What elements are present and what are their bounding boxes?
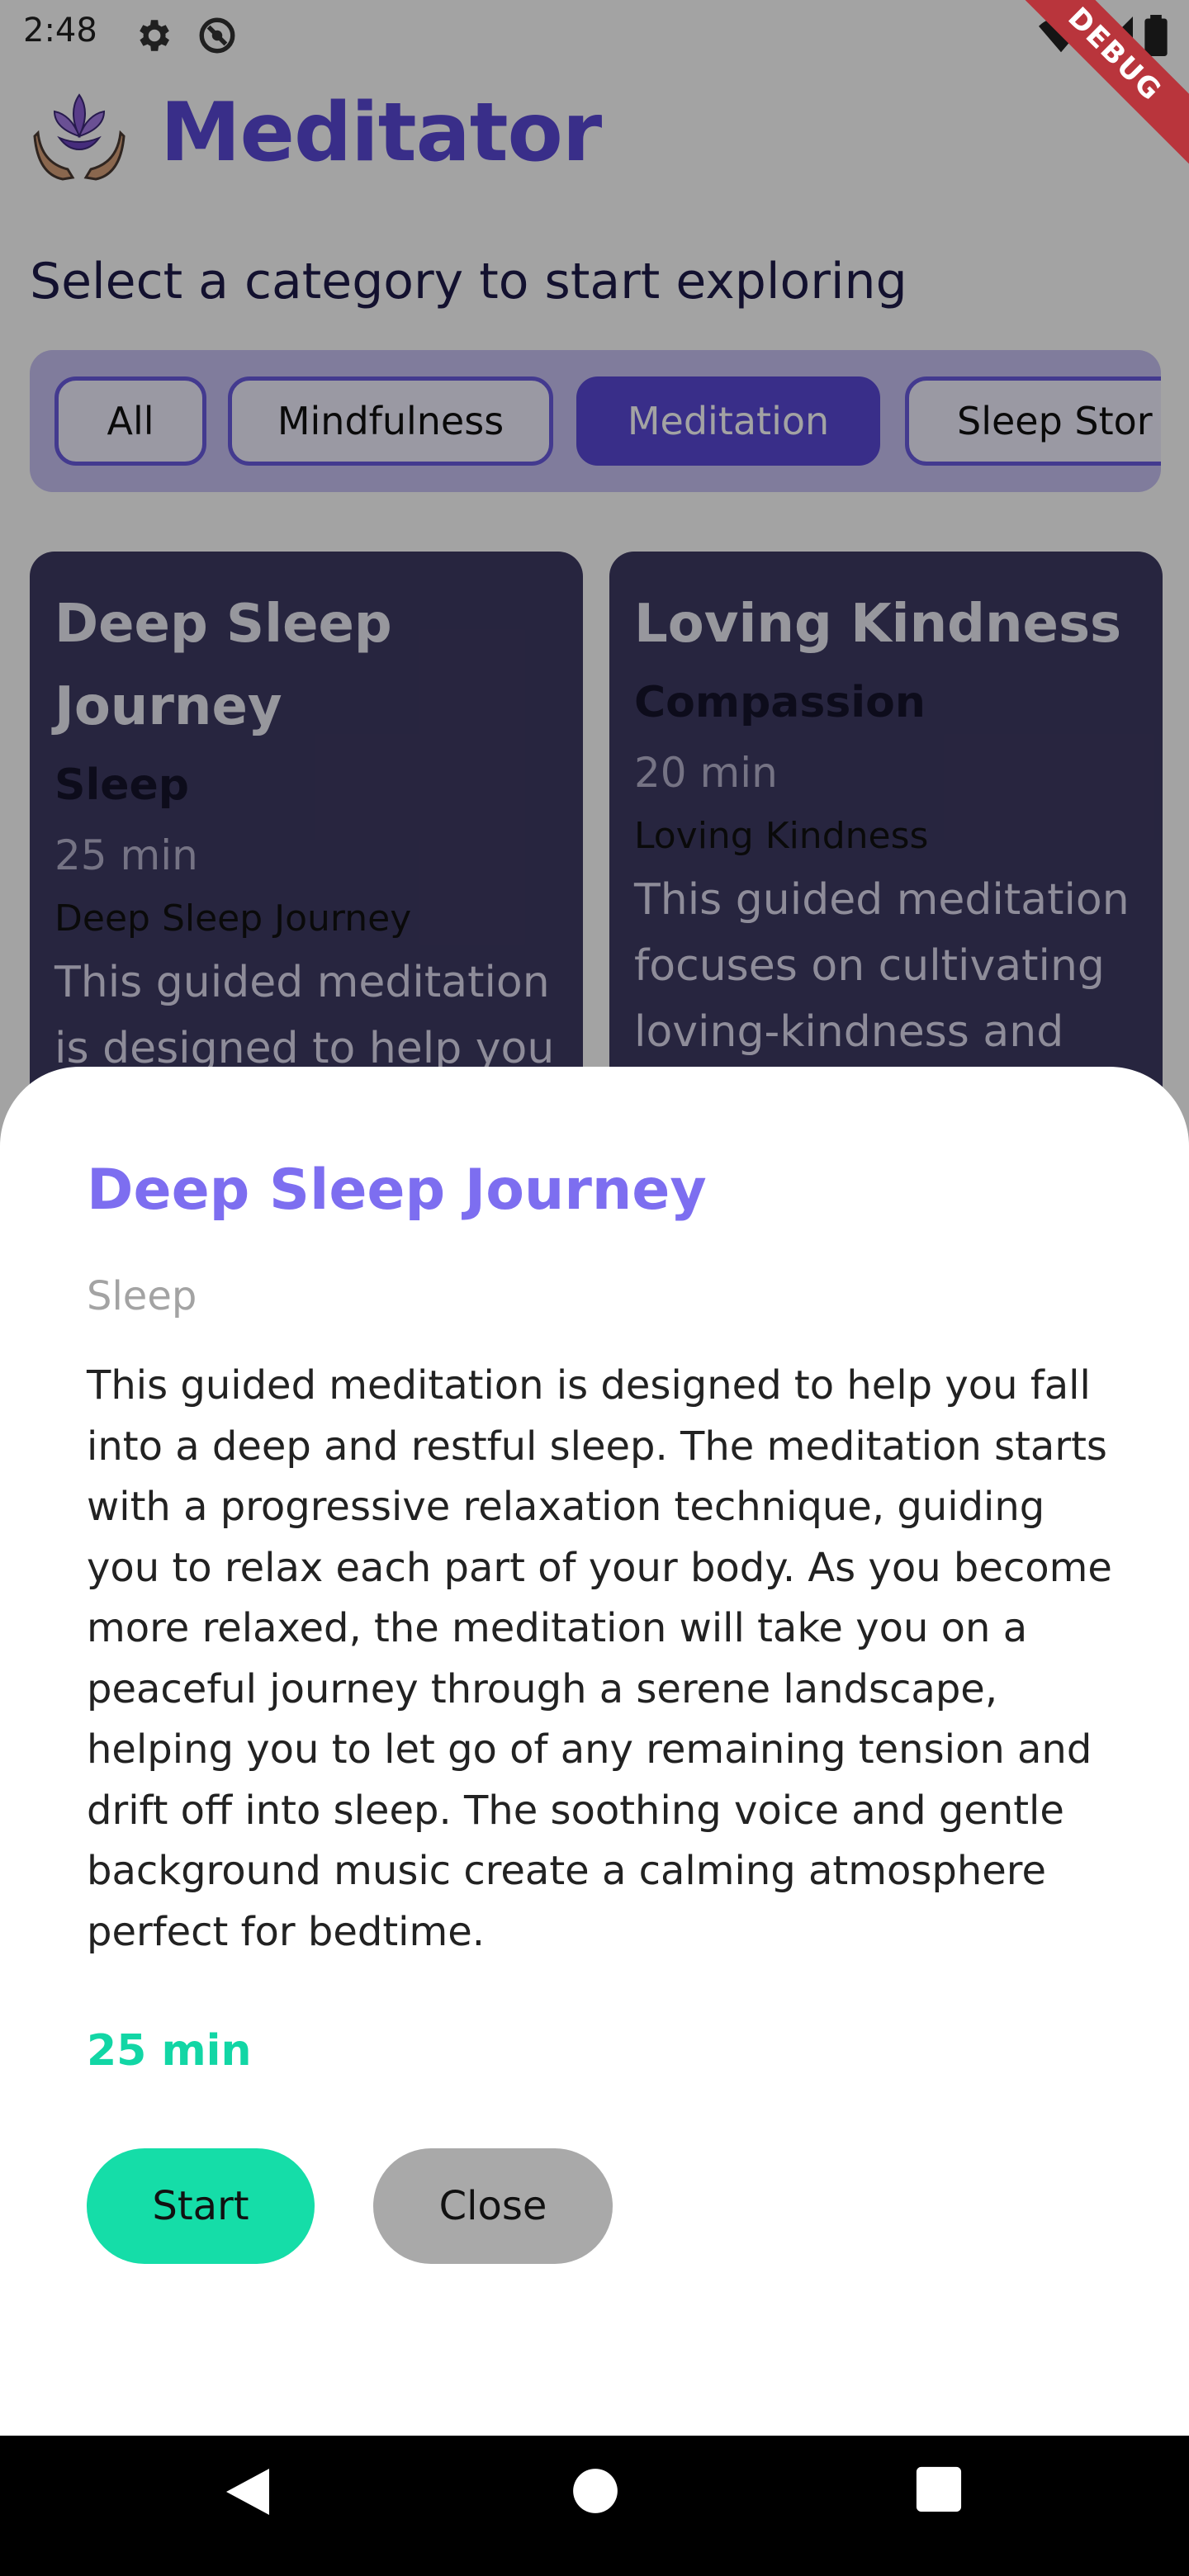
sheet-description: This guided meditation is designed to he… — [87, 1362, 1112, 1955]
recents-icon[interactable] — [915, 2465, 963, 2513]
sheet-title: Deep Sleep Journey — [87, 1158, 707, 1223]
back-icon[interactable] — [223, 2465, 272, 2518]
close-button[interactable]: Close — [373, 2148, 613, 2264]
detail-bottom-sheet: Deep Sleep Journey Sleep This guided med… — [0, 1067, 1189, 2436]
start-button[interactable]: Start — [87, 2148, 315, 2264]
system-nav-bar — [0, 2436, 1189, 2576]
home-icon[interactable] — [570, 2465, 621, 2517]
app-screen: 2:48 Meditator Select a category to star… — [0, 0, 1189, 2436]
sheet-category: Sleep — [87, 1273, 197, 1319]
sheet-duration: 25 min — [87, 2026, 252, 2076]
